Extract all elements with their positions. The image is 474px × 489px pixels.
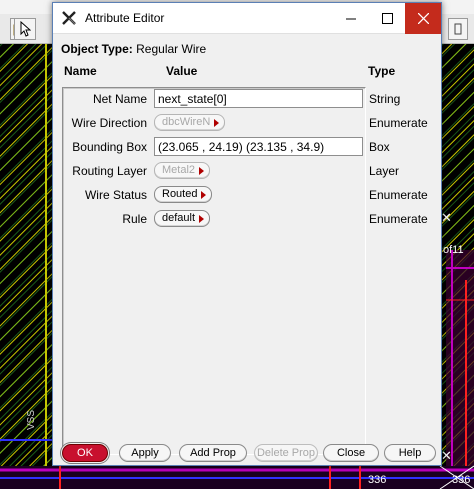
wire-direction-cycle-button[interactable]: dbcWireN xyxy=(154,114,226,131)
cell-label-336-b: 336 xyxy=(452,474,471,486)
x-app-icon xyxy=(61,10,77,26)
cycle-value: dbcWireN xyxy=(162,116,211,128)
maximize-icon xyxy=(381,13,393,24)
cycle-value: Routed xyxy=(162,188,198,200)
delete-prop-button[interactable]: Delete Prop xyxy=(254,444,318,462)
toolbar-overflow-icon[interactable] xyxy=(448,18,468,40)
dialog-button-bar: OK Apply Add Prop Delete Prop Close Help xyxy=(59,444,439,466)
dialog-title: Attribute Editor xyxy=(85,11,165,25)
cycle-value: Metal2 xyxy=(162,164,196,176)
property-type: Enumerate xyxy=(369,212,428,226)
minimize-icon xyxy=(345,18,356,20)
add-prop-button[interactable]: Add Prop xyxy=(179,444,247,462)
close-window-button[interactable] xyxy=(405,3,441,34)
routing-layer-cycle-button[interactable]: Metal2 xyxy=(154,162,211,179)
property-type: Layer xyxy=(369,164,400,178)
property-name: Wire Direction xyxy=(71,116,147,130)
attribute-editor-dialog: Attribute Editor Object Type: Regular Wi… xyxy=(52,2,442,466)
pointer-tool-icon[interactable] xyxy=(14,18,36,40)
property-row-bounding-box: Bounding Box Box xyxy=(53,137,433,157)
vss-label: VSS xyxy=(26,409,37,430)
property-name: Wire Status xyxy=(84,188,147,202)
property-row-wire-status: Wire Status Routed Enumerate xyxy=(53,185,433,205)
property-name: Routing Layer xyxy=(72,164,147,178)
property-name: Net Name xyxy=(92,92,147,106)
property-row-routing-layer: Routing Layer Metal2 Layer xyxy=(53,161,433,181)
property-name: Rule xyxy=(122,212,147,226)
cell-label-of11: of11 xyxy=(443,244,464,256)
cycle-value: default xyxy=(162,212,196,224)
property-name: Bounding Box xyxy=(72,140,147,154)
help-button[interactable]: Help xyxy=(384,444,436,462)
column-header-value: Value xyxy=(166,64,198,78)
property-type: Box xyxy=(369,140,390,154)
object-type: Object Type: Regular Wire xyxy=(61,42,206,56)
triangle-right-icon xyxy=(201,191,207,199)
property-row-rule: Rule default Enumerate xyxy=(53,209,433,229)
apply-button[interactable]: Apply xyxy=(119,444,171,462)
minimize-button[interactable] xyxy=(333,3,369,34)
wire-status-cycle-button[interactable]: Routed xyxy=(154,186,213,203)
object-type-label: Object Type: xyxy=(61,42,133,56)
property-type: String xyxy=(369,92,401,106)
bounding-box-field[interactable] xyxy=(154,137,363,156)
rule-cycle-button[interactable]: default xyxy=(154,210,211,227)
object-type-value: Regular Wire xyxy=(136,42,207,56)
column-header-type: Type xyxy=(368,64,396,78)
cell-label-336-a: 336 xyxy=(368,474,387,486)
triangle-right-icon xyxy=(199,167,205,175)
dialog-titlebar[interactable]: Attribute Editor xyxy=(53,3,441,34)
close-icon xyxy=(417,13,429,24)
triangle-right-icon xyxy=(199,215,205,223)
close-button[interactable]: Close xyxy=(323,444,379,462)
triangle-right-icon xyxy=(214,119,220,127)
property-type: Enumerate xyxy=(369,188,428,202)
marker-x-icon: ✕ xyxy=(441,210,452,225)
property-type: Enumerate xyxy=(369,116,428,130)
column-header-name: Name xyxy=(64,64,97,78)
property-row-wire-direction: Wire Direction dbcWireN Enumerate xyxy=(53,113,433,133)
marker-x-icon: ✕ xyxy=(441,448,452,463)
net-name-field[interactable] xyxy=(154,89,363,108)
maximize-button[interactable] xyxy=(369,3,405,34)
property-row-net-name: Net Name String xyxy=(53,89,433,109)
ok-button[interactable]: OK xyxy=(62,444,108,462)
